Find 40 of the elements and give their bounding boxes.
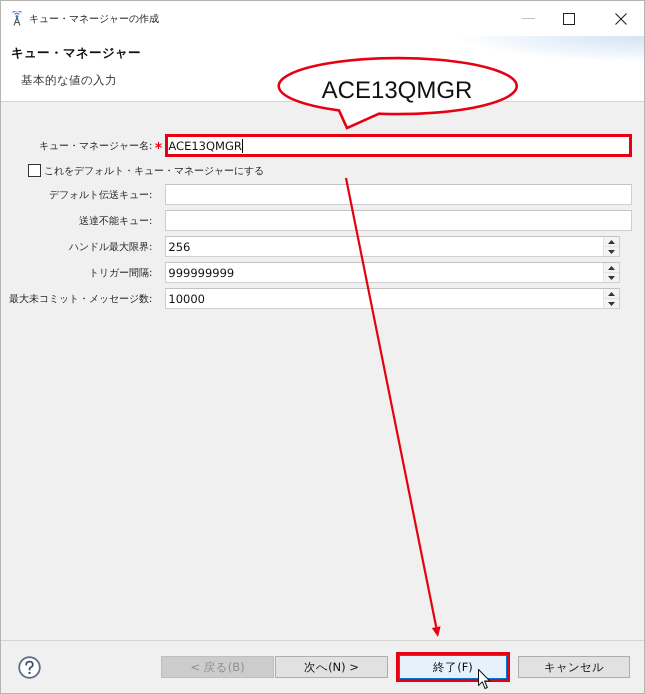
field-label: トリガー間隔: (89, 266, 152, 280)
number-spinner-field[interactable]: 999999999 (165, 262, 620, 283)
page-title: キュー・マネージャー (11, 45, 141, 62)
up-triangle-icon (608, 240, 615, 244)
field-label: キュー・マネージャー名: (39, 140, 152, 152)
text-field[interactable] (165, 184, 632, 205)
text-cursor-icon (242, 138, 243, 152)
maximize-icon (563, 12, 575, 24)
down-triangle-icon (608, 302, 615, 306)
step-down-button[interactable] (604, 272, 619, 282)
callout-text: ACE13QMGR (321, 76, 473, 106)
dialog-button[interactable]: 次へ(N) > (275, 656, 388, 678)
page-description: 基本的な値の入力 (21, 73, 117, 88)
field-label: デフォルト伝送キュー: (49, 188, 152, 202)
checkbox[interactable] (28, 164, 41, 177)
up-triangle-icon (608, 292, 615, 296)
up-triangle-icon (608, 266, 615, 270)
text-field[interactable] (165, 210, 632, 231)
number-spinner-field[interactable]: 10000 (165, 288, 620, 309)
step-up-button[interactable] (604, 237, 619, 246)
close-icon (615, 12, 627, 24)
mouse-pointer-icon (478, 669, 491, 690)
checkbox-label[interactable]: これをデフォルト・キュー・マネージャーにする (44, 164, 264, 178)
field-label: ハンドル最大限界: (69, 240, 152, 254)
step-up-button[interactable] (604, 289, 619, 298)
step-down-button[interactable] (604, 298, 619, 308)
window-title: キュー・マネージャーの作成 (29, 12, 159, 26)
dialog-button[interactable]: キャンセル (518, 656, 630, 678)
signal-tower-icon (10, 11, 24, 26)
help-icon[interactable] (18, 656, 41, 678)
down-triangle-icon (608, 276, 615, 280)
step-down-button[interactable] (604, 246, 619, 256)
number-spinner-field[interactable]: 256 (165, 236, 620, 257)
text-field[interactable]: ACE13QMGR (165, 134, 632, 157)
field-label: 最大未コミット・メッセージ数: (9, 292, 152, 306)
field-label: 送達不能キュー: (79, 214, 152, 228)
minimize-icon (522, 18, 534, 19)
step-up-button[interactable] (604, 263, 619, 272)
down-triangle-icon (608, 250, 615, 254)
dialog-button[interactable]: 終了(F) (399, 655, 507, 679)
